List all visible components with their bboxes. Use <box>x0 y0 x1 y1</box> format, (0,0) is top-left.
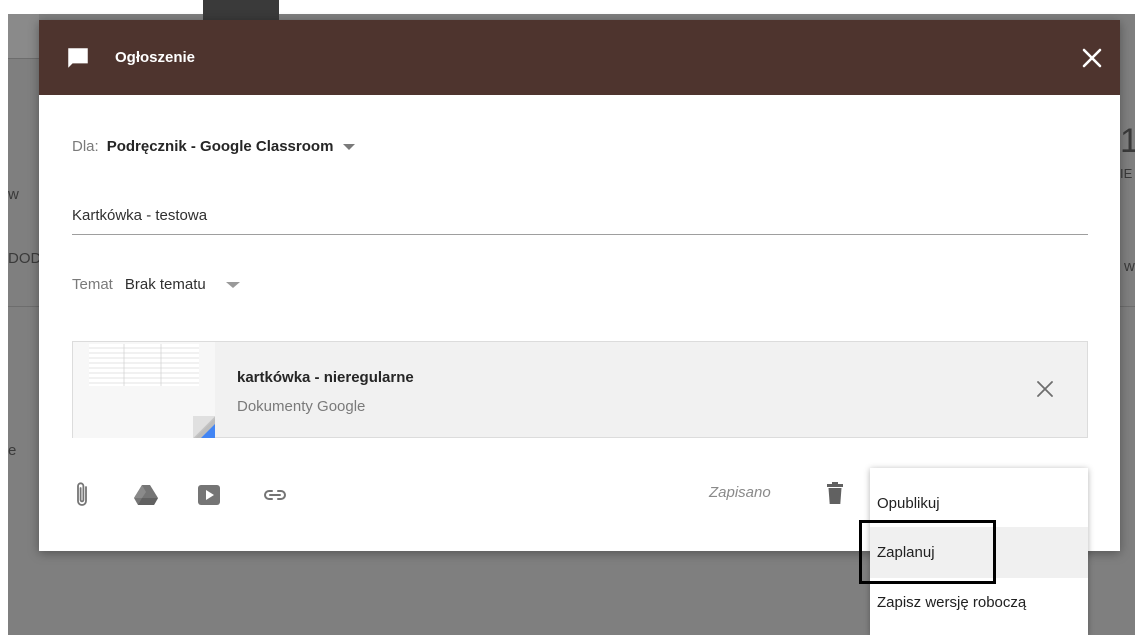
close-dialog-button[interactable] <box>1076 42 1108 74</box>
backdrop-left-edge <box>0 14 8 635</box>
document-thumbnail <box>73 342 215 438</box>
audience-label: Dla: <box>72 138 99 155</box>
backdrop-header-band <box>8 14 39 58</box>
chat-bubble-icon <box>65 45 91 71</box>
youtube-icon <box>198 485 220 505</box>
attachment-type: Dokumenty Google <box>237 398 366 415</box>
backdrop-divider <box>8 306 39 307</box>
topic-selector[interactable]: Temat Brak tematu <box>72 276 240 293</box>
dialog-title: Ogłoszenie <box>115 49 196 66</box>
announcement-title-input[interactable]: Kartkówka - testowa <box>72 205 1088 235</box>
attachment-title: kartkówka - nieregularne <box>237 369 414 386</box>
backdrop-text: DOD <box>8 250 42 267</box>
paperclip-icon <box>77 482 87 506</box>
dropdown-arrow-icon <box>343 143 356 150</box>
trash-icon <box>827 482 843 504</box>
document-preview-graphic <box>89 344 199 386</box>
close-icon <box>1037 381 1053 397</box>
youtube-button[interactable] <box>195 480 223 510</box>
backdrop-top-strip <box>0 0 1135 14</box>
backdrop-text: IE <box>1120 166 1133 181</box>
backdrop-divider <box>1120 306 1135 307</box>
google-drive-button[interactable] <box>132 480 160 510</box>
highlight-box <box>859 520 996 584</box>
link-icon <box>264 490 286 500</box>
backdrop-text: w <box>1124 258 1135 275</box>
backdrop-text: w <box>8 186 19 203</box>
course-name: Podręcznik - Google Classroom <box>106 138 334 155</box>
menu-item-save-draft[interactable]: Zapisz wersję roboczą <box>870 578 1088 626</box>
dropdown-arrow-icon <box>225 281 240 288</box>
google-docs-corner-icon <box>193 416 215 438</box>
topic-label: Temat <box>72 276 113 293</box>
backdrop-text: e <box>8 442 17 459</box>
attachment-card[interactable]: kartkówka - nieregularne Dokumenty Googl… <box>72 341 1088 438</box>
delete-button[interactable] <box>827 482 843 509</box>
backdrop-divider <box>8 58 39 59</box>
save-status: Zapisano <box>709 484 771 501</box>
audience-selector[interactable]: Dla: Podręcznik - Google Classroom <box>72 138 356 155</box>
backdrop-active-tab <box>203 0 279 20</box>
topic-value: Brak tematu <box>124 276 206 293</box>
google-drive-icon <box>134 485 158 505</box>
attach-file-button[interactable] <box>71 480 93 510</box>
dialog-header: Ogłoszenie <box>39 20 1120 95</box>
backdrop-text: 1 <box>1120 122 1135 160</box>
remove-attachment-button[interactable] <box>1031 375 1059 403</box>
insert-link-button[interactable] <box>261 480 289 510</box>
close-icon <box>1082 48 1102 68</box>
